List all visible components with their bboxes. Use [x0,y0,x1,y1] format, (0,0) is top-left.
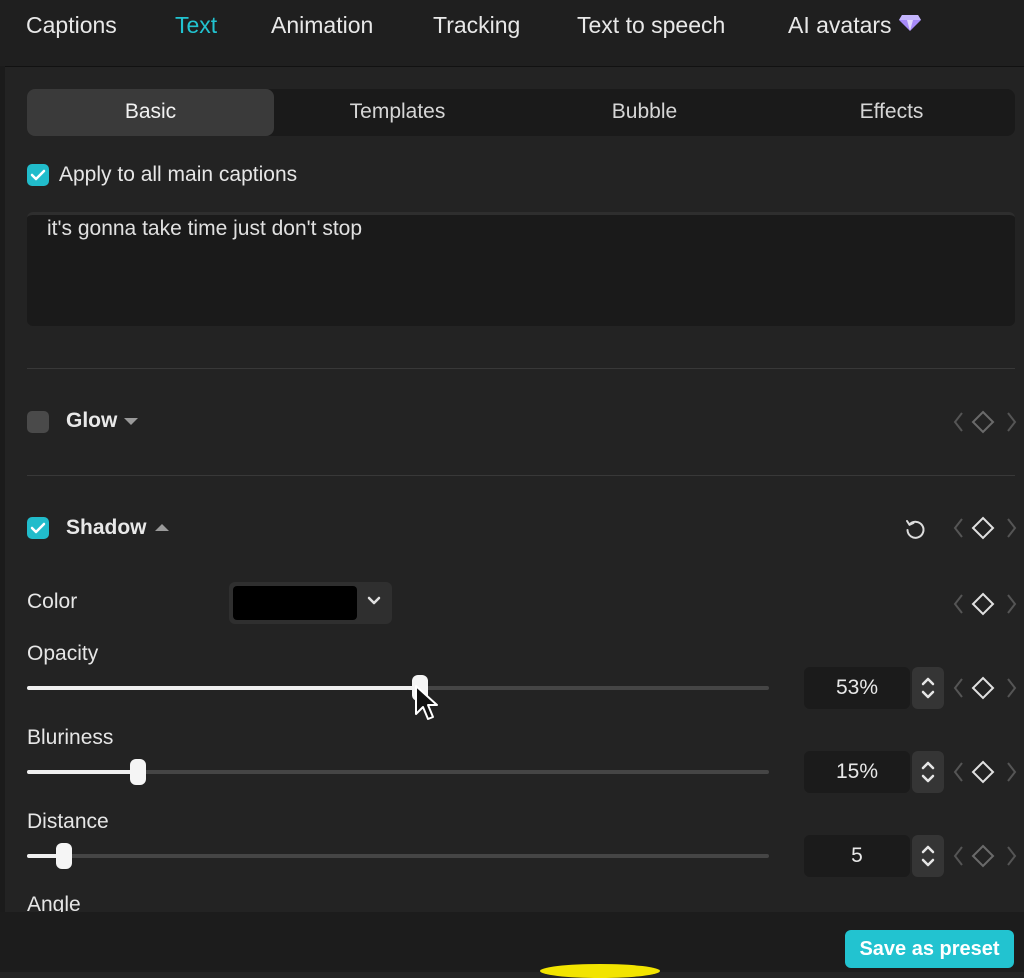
panel-edge [0,66,5,972]
sub-tab-basic[interactable]: Basic [27,89,274,136]
mouse-cursor-icon [415,685,438,720]
shadow-checkbox[interactable] [27,517,49,539]
caption-text-value: it's gonna take time just don't stop [47,217,363,240]
distance-stepper[interactable] [912,835,944,877]
highlight-glow [540,964,660,978]
color-label: Color [27,590,78,613]
tab-text[interactable]: Text [175,12,217,39]
stepper-arrows-icon [921,845,935,867]
color-swatch[interactable] [233,586,357,620]
caret-down-icon[interactable] [124,418,138,426]
save-as-preset-button[interactable]: Save as preset [845,930,1014,968]
tab-text-to-speech[interactable]: Text to speech [577,12,725,39]
glow-keyframe-controls[interactable] [950,409,1022,435]
glow-label[interactable]: Glow [66,409,117,433]
caret-up-icon[interactable] [155,524,169,532]
tab-captions[interactable]: Captions [26,12,117,39]
caption-text-field[interactable]: it's gonna take time just don't stop [27,212,1015,326]
reset-icon[interactable] [903,517,927,541]
bluriness-slider-fill [27,770,138,774]
opacity-keyframe-controls[interactable] [950,675,1022,701]
distance-label: Distance [27,810,109,833]
bluriness-slider[interactable] [27,759,769,785]
keyframe-icon [953,410,1017,434]
opacity-slider[interactable] [27,675,769,701]
apply-all-label: Apply to all main captions [59,163,298,186]
diamond-premium-icon [898,12,922,39]
bluriness-slider-thumb[interactable] [130,759,146,785]
sub-tab-templates[interactable]: Templates [274,89,521,136]
bluriness-input[interactable]: 15% [804,751,910,793]
check-icon [30,169,46,181]
tab-animation[interactable]: Animation [271,12,373,39]
opacity-label: Opacity [27,642,99,665]
opacity-input[interactable]: 53% [804,667,910,709]
tab-ai-avatars-label: AI avatars [788,12,892,38]
divider [27,368,1015,369]
keyframe-icon [953,844,1017,868]
divider [27,475,1015,476]
sub-tab-effects[interactable]: Effects [768,89,1015,136]
color-picker[interactable] [229,582,392,624]
bluriness-label: Bluriness [27,726,114,749]
stepper-arrows-icon [921,761,935,783]
bluriness-keyframe-controls[interactable] [950,759,1022,785]
apply-all-checkbox[interactable] [27,164,49,186]
color-keyframe-controls[interactable] [950,591,1022,617]
check-icon [30,522,46,534]
bluriness-stepper[interactable] [912,751,944,793]
opacity-slider-fill [27,686,420,690]
keyframe-icon [953,760,1017,784]
distance-keyframe-controls[interactable] [950,843,1022,869]
keyframe-icon [953,516,1017,540]
tab-tracking[interactable]: Tracking [433,12,520,39]
distance-input[interactable]: 5 [804,835,910,877]
glow-checkbox[interactable] [27,411,49,433]
chevron-down-icon [367,596,381,605]
sub-tab-bubble[interactable]: Bubble [521,89,768,136]
keyframe-icon [953,592,1017,616]
sub-tab-bar: Basic Templates Bubble Effects [27,89,1015,136]
tab-ai-avatars[interactable]: AI avatars [788,12,922,39]
opacity-stepper[interactable] [912,667,944,709]
distance-slider-thumb[interactable] [56,843,72,869]
shadow-label[interactable]: Shadow [66,516,147,540]
keyframe-icon [953,676,1017,700]
shadow-keyframe-controls[interactable] [950,515,1022,541]
top-nav: Captions Text Animation Tracking Text to… [0,0,1024,67]
stepper-arrows-icon [921,677,935,699]
distance-slider[interactable] [27,843,769,869]
